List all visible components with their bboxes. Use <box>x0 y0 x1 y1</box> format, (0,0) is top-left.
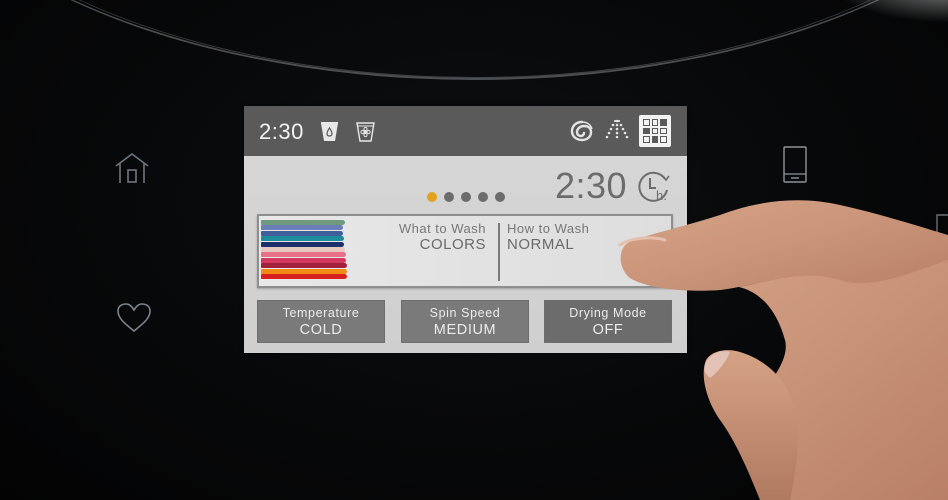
temperature-button[interactable]: Temperature COLD <box>257 300 385 343</box>
heart-icon <box>117 303 151 333</box>
square-icon <box>936 214 948 239</box>
home-button[interactable] <box>114 152 150 186</box>
drying-mode-value: OFF <box>592 322 624 338</box>
status-bar: 2:30 <box>244 106 687 156</box>
remaining-time: 2:30 <box>555 165 628 206</box>
rim-glow <box>808 0 948 30</box>
what-to-wash-value: COLORS <box>419 236 486 253</box>
how-to-wash-value: NORMAL <box>507 236 575 253</box>
spin-speed-value: MEDIUM <box>433 322 497 338</box>
phone-icon <box>783 146 807 183</box>
spray-icon[interactable] <box>604 119 630 141</box>
spin-speed-button[interactable]: Spin Speed MEDIUM <box>401 300 529 343</box>
card-divider <box>498 223 500 281</box>
favorite-button[interactable] <box>116 302 152 334</box>
grid-menu-button[interactable] <box>639 115 671 147</box>
page-dot-4[interactable] <box>478 192 488 202</box>
page-dot-2[interactable] <box>444 192 454 202</box>
home-icon <box>115 153 149 183</box>
main-area: 2:30 h. What to Wash COLORS How to Wash … <box>244 156 687 353</box>
folded-clothes-image <box>261 220 347 284</box>
wash-cycle-card[interactable]: What to Wash COLORS How to Wash NORMAL <box>257 214 673 288</box>
drying-mode-label: Drying Mode <box>569 306 647 320</box>
clock-hours-icon: h. <box>637 170 671 209</box>
settings-button[interactable] <box>779 308 793 338</box>
drying-mode-button[interactable]: Drying Mode OFF <box>544 300 672 343</box>
temperature-label: Temperature <box>282 306 360 320</box>
how-to-wash-label: How to Wash <box>507 221 590 236</box>
swirl-icon[interactable] <box>570 120 594 142</box>
page-dot-5[interactable] <box>495 192 505 202</box>
touch-screen: 2:30 2:30 h. What to Wash COLORS How to … <box>244 106 687 353</box>
phone-button[interactable] <box>783 146 807 183</box>
temperature-value: COLD <box>299 322 343 338</box>
partial-side-button[interactable] <box>936 214 948 240</box>
flower-cup-icon[interactable] <box>356 121 375 142</box>
gear-icon <box>780 309 792 337</box>
page-indicator[interactable] <box>427 192 505 202</box>
svg-text:h.: h. <box>656 188 667 203</box>
page-dot-3[interactable] <box>461 192 471 202</box>
what-to-wash-label: What to Wash <box>398 221 486 236</box>
water-drop-cup-icon[interactable] <box>320 121 339 142</box>
status-time: 2:30 <box>259 119 304 144</box>
grid-menu-icon <box>643 119 650 126</box>
spin-speed-label: Spin Speed <box>429 306 501 320</box>
page-dot-1[interactable] <box>427 192 437 202</box>
